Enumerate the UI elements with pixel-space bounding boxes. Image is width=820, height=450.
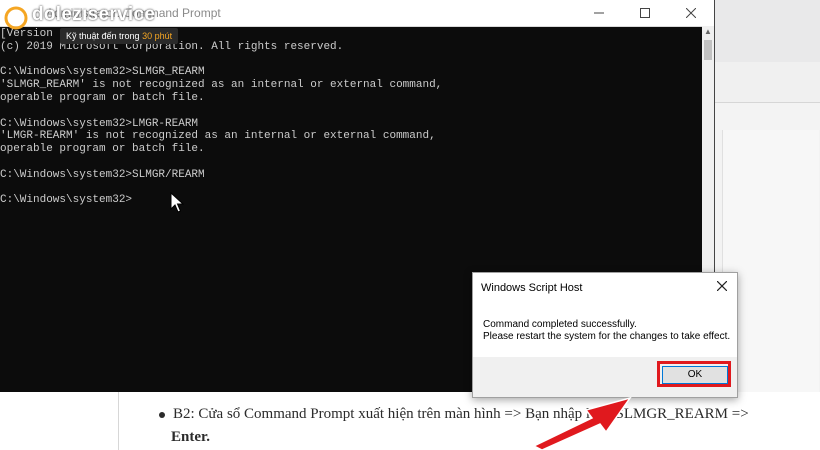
doc-header-band [714, 0, 820, 35]
mouse-pointer-icon [170, 192, 185, 213]
dialog-title: Windows Script Host [481, 282, 583, 294]
console-line: C:\Windows\system32>SLMGR/REARM [0, 168, 205, 181]
article-step-text: B2: Cửa sổ Command Prompt xuất hiện trên… [159, 406, 819, 423]
close-icon [685, 7, 697, 19]
minimize-button[interactable] [576, 0, 622, 26]
maximize-icon [640, 8, 650, 18]
console-line: C:\Windows\system32>SLMGR_REARM [0, 66, 205, 79]
ok-button[interactable]: OK [662, 366, 728, 384]
doc-ribbon-band [714, 62, 820, 103]
red-pointer-arrow-icon [532, 396, 632, 450]
dialog-message-line2: Please restart the system for the change… [483, 331, 731, 342]
logo-text: dolezıservice [32, 4, 156, 25]
article-content: B2: Cửa sổ Command Prompt xuất hiện trên… [118, 392, 820, 450]
dialog-footer: OK [473, 357, 737, 397]
console-line: 'LMGR-REARM' is not recognized as an int… [0, 130, 436, 143]
console-line: C:\Windows\system32> [0, 194, 133, 207]
minimize-icon [594, 12, 604, 14]
logo-tagline: Kỹ thuật đến trong 30 phút [60, 28, 179, 44]
article-step-continuation: Enter. [171, 429, 211, 445]
dialog-close-button[interactable] [713, 279, 731, 295]
scroll-up-arrow-icon[interactable]: ▲ [702, 26, 714, 38]
close-button[interactable] [668, 0, 714, 26]
brand-logo: dolezıservice Kỹ thuật đến trong 30 phút [4, 4, 184, 52]
logo-mark-icon [4, 6, 28, 30]
doc-toolbar-band [714, 34, 820, 63]
close-icon [716, 280, 728, 292]
maximize-button[interactable] [622, 0, 668, 26]
tagline-highlight: 30 phút [142, 31, 173, 41]
tagline-text: Kỹ thuật đến trong [66, 31, 143, 41]
script-host-dialog[interactable]: Windows Script Host Command completed su… [472, 272, 738, 398]
dialog-message-line1: Command completed successfully. [483, 319, 637, 330]
console-line: 'SLMGR_REARM' is not recognized as an in… [0, 79, 443, 92]
bullet-icon [159, 411, 165, 418]
console-line: C:\Windows\system32>LMGR-REARM [0, 117, 199, 130]
console-line: operable program or batch file. [0, 143, 205, 156]
console-line: operable program or batch file. [0, 92, 205, 104]
article-step-label: B2: Cửa sổ Command Prompt xuất hiện trên… [173, 406, 749, 422]
scroll-thumb[interactable] [704, 40, 712, 60]
